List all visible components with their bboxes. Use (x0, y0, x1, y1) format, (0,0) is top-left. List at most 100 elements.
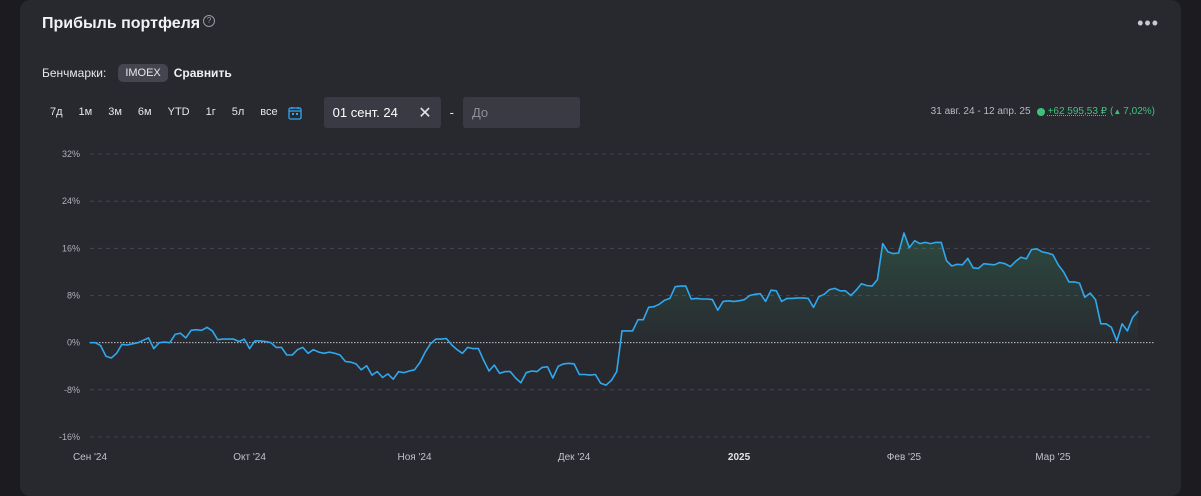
data-point (94, 342, 96, 344)
data-point (1116, 340, 1118, 342)
data-point (562, 363, 565, 365)
data-point (147, 337, 150, 339)
data-point (344, 360, 346, 363)
data-point (105, 355, 107, 357)
period-3m[interactable]: 3м (100, 97, 130, 128)
data-point (930, 243, 932, 245)
data-point (195, 329, 197, 331)
data-point (116, 352, 118, 354)
data-point (1100, 323, 1102, 325)
y-tick-label: 16% (62, 243, 80, 253)
data-point (605, 384, 607, 386)
data-point (456, 349, 458, 351)
data-point (302, 346, 304, 348)
x-tick-label: Сен '24 (73, 452, 108, 463)
data-point (499, 372, 501, 374)
data-point (371, 374, 373, 376)
compare-button[interactable]: Сравнить (174, 66, 232, 80)
more-options-button[interactable]: ••• (1137, 14, 1159, 32)
data-point (132, 343, 134, 345)
data-point (121, 343, 123, 345)
period-7d[interactable]: 7д (42, 97, 71, 128)
summary-percent: 7,02% (1123, 106, 1152, 117)
data-point (403, 372, 405, 374)
data-point (201, 329, 203, 331)
data-point (89, 342, 91, 344)
data-point (366, 365, 368, 367)
data-point (945, 260, 948, 262)
data-point (1015, 260, 1017, 262)
data-point (924, 241, 926, 243)
data-point (275, 346, 277, 348)
data-point (727, 300, 730, 302)
x-tick-label: 2025 (728, 452, 751, 463)
data-point (600, 382, 602, 384)
data-point (674, 286, 676, 288)
data-point (1041, 251, 1043, 253)
data-point (413, 369, 416, 371)
data-point (993, 264, 996, 266)
data-point (1052, 254, 1054, 256)
data-point (1110, 326, 1112, 328)
data-point (759, 293, 761, 295)
clear-icon[interactable]: ✕ (418, 103, 431, 123)
data-point (531, 370, 533, 372)
data-point (387, 373, 389, 375)
data-point (1031, 248, 1033, 251)
y-tick-label: 8% (67, 291, 80, 301)
data-point (690, 298, 692, 300)
data-point (137, 342, 139, 344)
data-point (701, 298, 703, 300)
data-point (1073, 281, 1075, 283)
period-1m[interactable]: 1м (71, 97, 101, 128)
data-point (233, 338, 235, 340)
date-to-field[interactable]: До (462, 97, 580, 128)
positive-dot-icon (1036, 107, 1045, 116)
data-point (988, 263, 990, 265)
data-point (307, 352, 309, 354)
data-point (578, 373, 581, 376)
data-point (557, 365, 559, 367)
data-point (318, 351, 320, 353)
data-point (238, 340, 240, 343)
data-point (424, 351, 426, 353)
data-point (376, 371, 378, 373)
period-6m[interactable]: 6м (130, 97, 160, 128)
period-selector: 7д 1м 3м 6м YTD 1г 5л все 01 сент. 24 ✕ … (42, 97, 580, 128)
data-point (706, 298, 708, 300)
data-point (956, 263, 958, 265)
calendar-icon[interactable] (287, 106, 302, 120)
data-point (1057, 264, 1059, 266)
data-point (467, 346, 469, 348)
date-from-field[interactable]: 01 сент. 24 ✕ (323, 97, 441, 128)
data-point (488, 370, 490, 372)
benchmark-chip-imoex[interactable]: IMOEX (118, 64, 168, 82)
data-point (1009, 266, 1012, 268)
help-icon[interactable]: ? (203, 15, 216, 27)
summary-profit[interactable]: +62 595,53 ₽ (1048, 106, 1107, 117)
data-point (286, 354, 288, 356)
data-point (722, 300, 724, 302)
data-point (339, 354, 341, 356)
period-all[interactable]: все (252, 97, 285, 128)
data-point (908, 247, 910, 249)
data-point (653, 306, 655, 308)
y-tick-label: 32% (62, 149, 80, 159)
x-tick-label: Мар '25 (1035, 452, 1071, 463)
data-point (451, 344, 453, 346)
data-point (770, 289, 772, 291)
period-5y[interactable]: 5л (224, 97, 253, 128)
data-point (1063, 271, 1065, 273)
period-ytd[interactable]: YTD (160, 97, 198, 128)
benchmarks-label: Бенчмарки: (42, 66, 107, 80)
profit-chart[interactable]: 32% 24% 16% 8% 0% -8% -16% Сен '24 Окт '24 Ноя '… (0, 140, 1201, 480)
data-point (977, 267, 980, 269)
data-point (536, 371, 538, 373)
data-point (398, 371, 400, 373)
data-point (328, 351, 330, 353)
period-1y[interactable]: 1г (198, 97, 224, 128)
date-to-placeholder: До (471, 105, 489, 120)
data-point (797, 297, 799, 299)
data-point (408, 370, 410, 372)
period-summary: 31 авг. 24 - 12 апр. 25 +62 595,53 ₽ ( ▲… (931, 106, 1155, 117)
